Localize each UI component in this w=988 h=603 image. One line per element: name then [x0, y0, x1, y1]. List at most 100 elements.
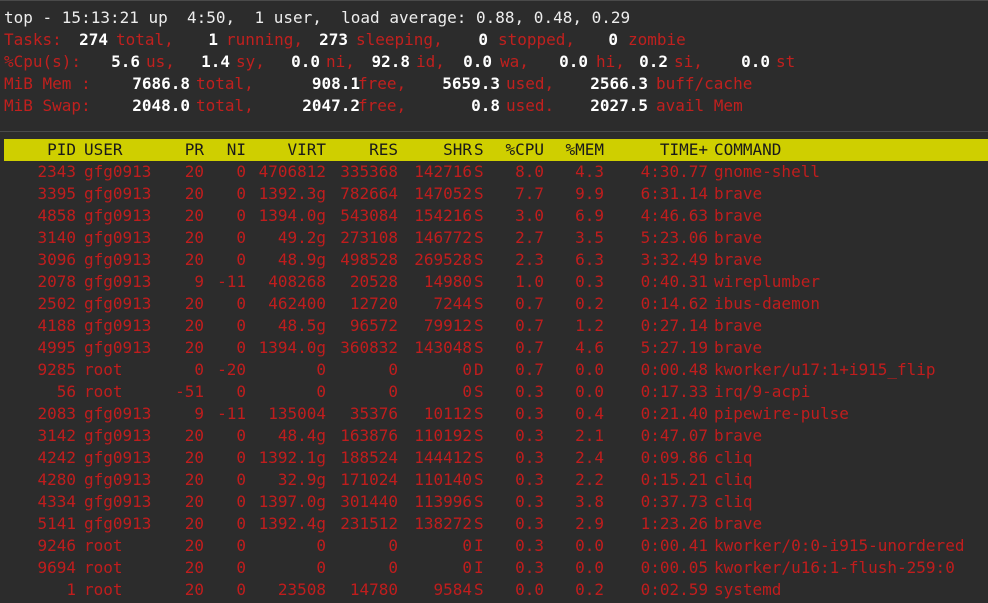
swap-used: 0.8: [471, 96, 500, 115]
cell-command: ibus-daemon: [714, 294, 820, 313]
cell-pr: 20: [184, 338, 204, 357]
col-user[interactable]: USER: [84, 139, 123, 161]
cell-mem: 3.8: [575, 492, 604, 511]
uptime-line: top - 15:13:21 up 4:50, 1 user, load ave…: [4, 8, 631, 27]
col-mem[interactable]: %MEM: [554, 139, 604, 161]
table-row[interactable]: 56 root -51 0 0 0 0 S 0.3 0.0 0:17.33 irq/9-acpi: [0, 381, 988, 403]
tasks-running: 1: [208, 30, 218, 49]
table-row[interactable]: 3142 gfg0913 20 0 48.4g 163876 110192 S 0.3 2.1 0:…: [0, 425, 988, 447]
col-shr[interactable]: SHR: [400, 139, 472, 161]
cell-mem: 2.1: [575, 426, 604, 445]
cell-virt: 4706812: [258, 162, 326, 181]
cell-mem: 2.9: [575, 514, 604, 533]
cell-shr: 110192: [414, 426, 472, 445]
cell-virt: 408268: [268, 272, 326, 291]
cell-res: 273108: [340, 228, 398, 247]
cell-virt: 1397.0g: [258, 492, 326, 511]
swap-used-label: used.: [506, 96, 555, 115]
table-row[interactable]: 2343 gfg0913 20 0 4706812 335368 142716 S 8.0 4.3…: [0, 161, 988, 183]
table-row[interactable]: 2502 gfg0913 20 0 462400 12720 7244 S 0.7 0.2 0:14…: [0, 293, 988, 315]
cell-pid: 5141: [37, 514, 76, 533]
cell-cpu: 0.3: [515, 514, 544, 533]
tasks-sleeping: 273: [319, 30, 348, 49]
col-pid[interactable]: PID: [4, 139, 76, 161]
cell-pid: 4242: [37, 448, 76, 467]
cell-ni: 0: [236, 184, 246, 203]
cell-virt: 135004: [268, 404, 326, 423]
cell-shr: 7244: [433, 294, 472, 313]
col-res[interactable]: RES: [326, 139, 398, 161]
cell-pr: 20: [184, 536, 204, 555]
cell-ni: -11: [217, 272, 246, 291]
cell-state: S: [474, 184, 484, 203]
col-cpu[interactable]: %CPU: [494, 139, 544, 161]
table-row[interactable]: 4242 gfg0913 20 0 1392.1g 188524 144412 S 0.3 2.4…: [0, 447, 988, 469]
table-row[interactable]: 9246 root 20 0 0 0 0 I 0.3 0.0 0:00.41 kworker/0:0-…: [0, 535, 988, 557]
cell-user: gfg0913: [84, 184, 152, 203]
cell-mem: 6.9: [575, 206, 604, 225]
cpu-label: %Cpu(s):: [4, 52, 82, 71]
cell-mem: 1.2: [575, 316, 604, 335]
table-row[interactable]: 1 root 20 0 23508 14780 9584 S 0.0 0.2 0:02.59 syst…: [0, 579, 988, 601]
cell-ni: 0: [236, 558, 246, 577]
col-command[interactable]: COMMAND: [714, 139, 781, 161]
terminal-window[interactable]: top - 15:13:21 up 4:50, 1 user, load ave…: [0, 0, 988, 603]
table-row[interactable]: 3140 gfg0913 20 0 49.2g 273108 146772 S 2.7 3.5 5:…: [0, 227, 988, 249]
cell-ni: 0: [236, 514, 246, 533]
cpu-hi-label: hi,: [596, 52, 625, 71]
table-row[interactable]: 2083 gfg0913 9 -11 135004 35376 10112 S 0.3 0.4 0:…: [0, 403, 988, 425]
table-row[interactable]: 4334 gfg0913 20 0 1397.0g 301440 113996 S 0.3 3.8…: [0, 491, 988, 513]
cell-ni: 0: [236, 228, 246, 247]
cell-user: gfg0913: [84, 162, 152, 181]
col-time[interactable]: TIME+: [616, 139, 708, 161]
cell-res: 231512: [340, 514, 398, 533]
cpu-st: 0.0: [741, 52, 770, 71]
cell-user: gfg0913: [84, 250, 152, 269]
table-row[interactable]: 4188 gfg0913 20 0 48.5g 96572 79912 S 0.7 1.2 0:27…: [0, 315, 988, 337]
cell-mem: 2.2: [575, 470, 604, 489]
col-ni[interactable]: NI: [208, 139, 246, 161]
cell-pr: 20: [184, 580, 204, 599]
col-virt[interactable]: VIRT: [248, 139, 326, 161]
cell-cpu: 0.3: [515, 404, 544, 423]
cell-cpu: 0.7: [515, 316, 544, 335]
table-row[interactable]: 4280 gfg0913 20 0 32.9g 171024 110140 S 0.3 2.2 0:…: [0, 469, 988, 491]
cell-mem: 9.9: [575, 184, 604, 203]
cpu-sy: 1.4: [201, 52, 230, 71]
cell-pid: 9246: [37, 536, 76, 555]
table-row[interactable]: 3395 gfg0913 20 0 1392.3g 782664 147052 S 7.7 9.9…: [0, 183, 988, 205]
cell-user: root: [84, 580, 123, 599]
cell-cpu: 7.7: [515, 184, 544, 203]
cell-state: S: [474, 228, 484, 247]
cell-pr: 9: [194, 272, 204, 291]
table-row[interactable]: 4995 gfg0913 20 0 1394.0g 360832 143048 S 0.7 4.6…: [0, 337, 988, 359]
cell-virt: 1394.0g: [258, 338, 326, 357]
mem-free-label: free,: [358, 74, 407, 93]
col-state[interactable]: S: [474, 139, 484, 161]
col-pr[interactable]: PR: [164, 139, 204, 161]
cell-res: 20528: [349, 272, 398, 291]
cell-command: kworker/0:0-i915-unordered: [714, 536, 965, 555]
table-row[interactable]: 3096 gfg0913 20 0 48.9g 498528 269528 S 2.3 6.3 3:…: [0, 249, 988, 271]
cell-shr: 144412: [414, 448, 472, 467]
cell-mem: 0.0: [575, 558, 604, 577]
tasks-zombie: 0: [608, 30, 618, 49]
cell-time: 0:09.86: [640, 448, 708, 467]
cell-user: gfg0913: [84, 272, 152, 291]
cell-pid: 2083: [37, 404, 76, 423]
table-row[interactable]: 4858 gfg0913 20 0 1394.0g 543084 154216 S 3.0 6.9…: [0, 205, 988, 227]
cell-shr: 14980: [423, 272, 472, 291]
mem-total-label: total,: [196, 74, 254, 93]
cell-command: pipewire-pulse: [714, 404, 849, 423]
cell-pid: 4280: [37, 470, 76, 489]
table-row[interactable]: 5141 gfg0913 20 0 1392.4g 231512 138272 S 0.3 2.9…: [0, 513, 988, 535]
cpu-line: %Cpu(s): 5.6 us, 1.4 sy, 0.0 ni, 92.8 id…: [4, 51, 984, 73]
cell-time: 0:14.62: [640, 294, 708, 313]
table-row[interactable]: 2078 gfg0913 9 -11 408268 20528 14980 S 1.0 0.3 0:…: [0, 271, 988, 293]
table-row[interactable]: 9285 root 0 -20 0 0 0 D 0.7 0.0 0:00.48 kworker/u17…: [0, 359, 988, 381]
cell-command: systemd: [714, 580, 782, 599]
cell-res: 543084: [340, 206, 398, 225]
cell-ni: 0: [236, 580, 246, 599]
cell-cpu: 3.0: [515, 206, 544, 225]
table-row[interactable]: 9694 root 20 0 0 0 0 I 0.3 0.0 0:00.05 kworker/u16:…: [0, 557, 988, 579]
